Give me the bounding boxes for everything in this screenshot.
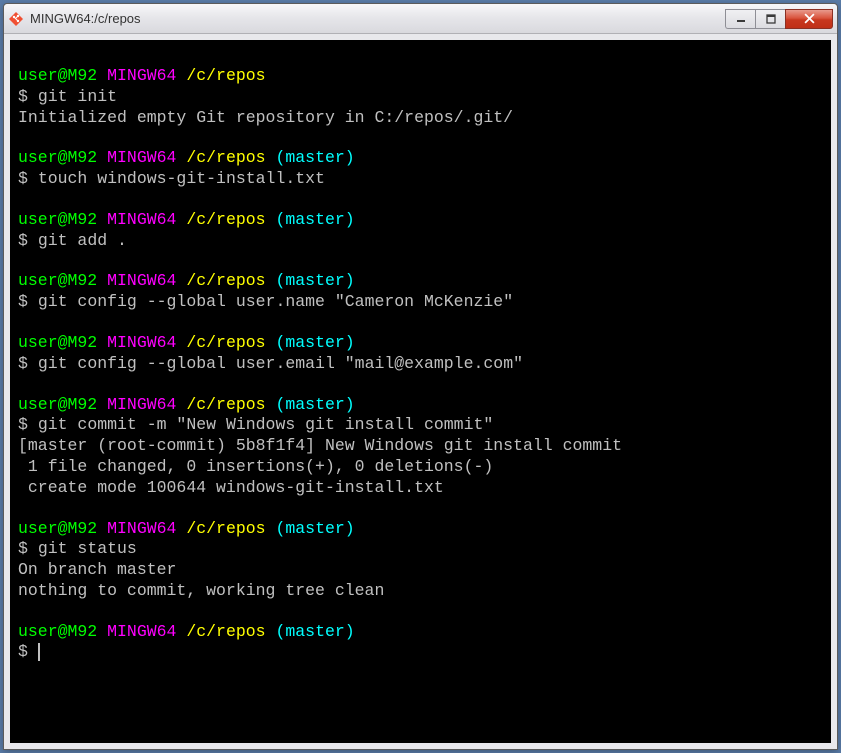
terminal-area[interactable]: user@M92 MINGW64 /c/repos$ git initIniti… <box>10 40 831 743</box>
window-controls <box>725 9 833 29</box>
command-line: $ git init <box>18 87 823 108</box>
prompt-line: user@M92 MINGW64 /c/repos (master) <box>18 519 823 540</box>
prompt-line: user@M92 MINGW64 /c/repos (master) <box>18 148 823 169</box>
prompt-line: user@M92 MINGW64 /c/repos (master) <box>18 622 823 643</box>
cursor-icon <box>38 643 40 661</box>
titlebar[interactable]: MINGW64:/c/repos <box>4 4 837 34</box>
window-title: MINGW64:/c/repos <box>30 11 725 26</box>
prompt-line: user@M92 MINGW64 /c/repos <box>18 66 823 87</box>
output-line: 1 file changed, 0 insertions(+), 0 delet… <box>18 457 823 478</box>
prompt-line: user@M92 MINGW64 /c/repos (master) <box>18 210 823 231</box>
command-line-active[interactable]: $ <box>18 642 823 663</box>
command-line: $ git config --global user.name "Cameron… <box>18 292 823 313</box>
terminal-window: MINGW64:/c/repos user@M92 MINGW64 /c/rep… <box>3 3 838 750</box>
output-line: nothing to commit, working tree clean <box>18 581 823 602</box>
prompt-line: user@M92 MINGW64 /c/repos (master) <box>18 271 823 292</box>
command-line: $ git commit -m "New Windows git install… <box>18 415 823 436</box>
output-line: create mode 100644 windows-git-install.t… <box>18 478 823 499</box>
app-icon <box>8 11 24 27</box>
prompt-line: user@M92 MINGW64 /c/repos (master) <box>18 333 823 354</box>
command-line: $ touch windows-git-install.txt <box>18 169 823 190</box>
prompt-line: user@M92 MINGW64 /c/repos (master) <box>18 395 823 416</box>
output-line: Initialized empty Git repository in C:/r… <box>18 108 823 129</box>
command-line: $ git config --global user.email "mail@e… <box>18 354 823 375</box>
terminal-frame: user@M92 MINGW64 /c/repos$ git initIniti… <box>4 34 837 749</box>
output-line: On branch master <box>18 560 823 581</box>
maximize-button[interactable] <box>755 9 785 29</box>
close-button[interactable] <box>785 9 833 29</box>
output-line: [master (root-commit) 5b8f1f4] New Windo… <box>18 436 823 457</box>
command-line: $ git add . <box>18 231 823 252</box>
minimize-button[interactable] <box>725 9 755 29</box>
command-line: $ git status <box>18 539 823 560</box>
